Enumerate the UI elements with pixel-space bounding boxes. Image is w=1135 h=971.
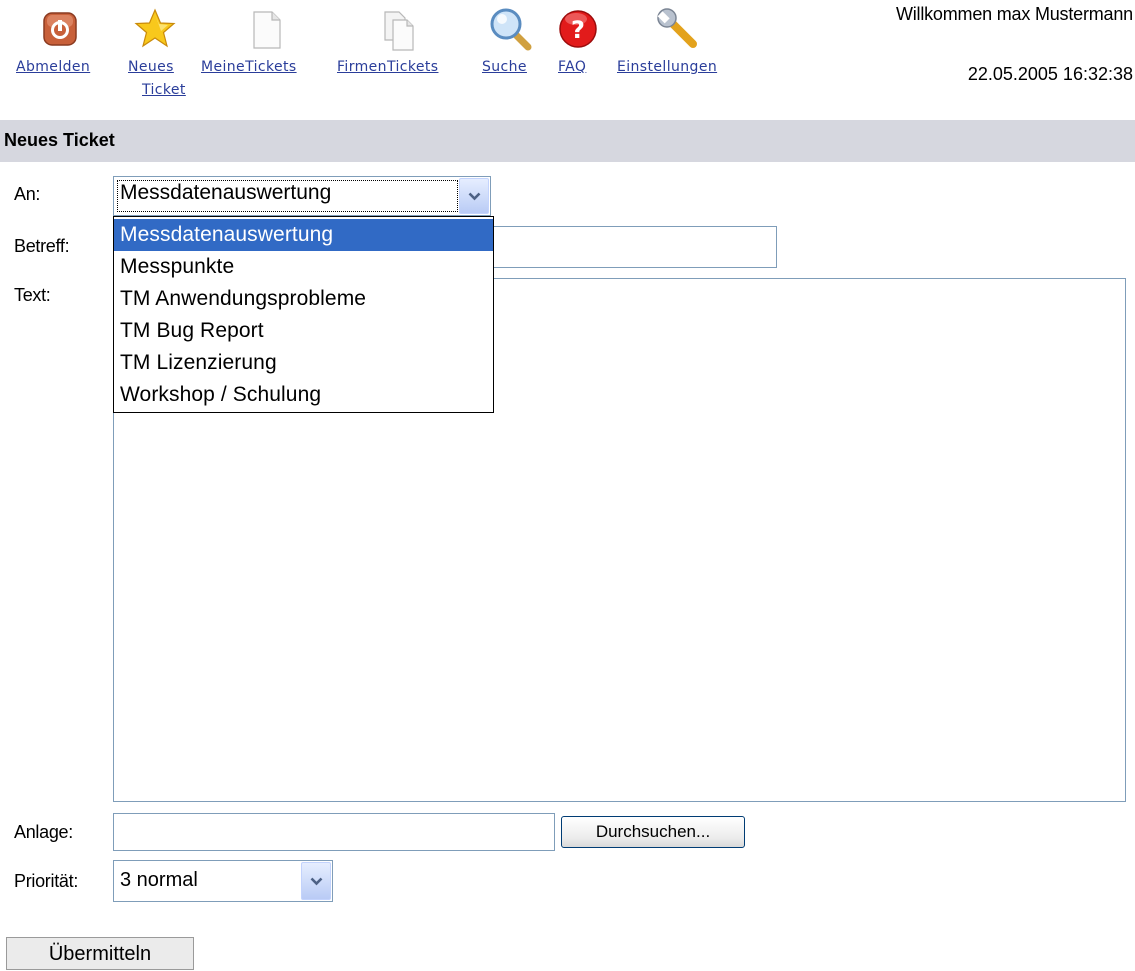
nav-einstellungen[interactable]: Einstellungen bbox=[617, 0, 749, 80]
chevron-down-icon bbox=[468, 192, 480, 200]
nav-firmen-tickets[interactable]: FirmenTickets bbox=[337, 0, 469, 80]
nav-meine-tickets-label[interactable]: MeineTickets bbox=[201, 57, 297, 78]
dropdown-option[interactable]: Workshop / Schulung bbox=[114, 379, 493, 411]
prioritaet-label: Priorität: bbox=[14, 871, 79, 891]
document-icon bbox=[247, 10, 287, 50]
dropdown-option[interactable]: TM Anwendungsprobleme bbox=[114, 283, 493, 315]
dropdown-option[interactable]: TM Bug Report bbox=[114, 315, 493, 347]
nav-abmelden-label[interactable]: Abmelden bbox=[16, 57, 90, 78]
nav-firmen-tickets-label[interactable]: FirmenTickets bbox=[337, 57, 438, 78]
wrench-icon bbox=[655, 6, 697, 48]
nav-einstellungen-label[interactable]: Einstellungen bbox=[617, 57, 717, 78]
anlage-label: Anlage: bbox=[14, 822, 73, 842]
recipient-dropdown-list: Messdatenauswertung Messpunkte TM Anwend… bbox=[113, 216, 494, 413]
recipient-select[interactable]: Messdatenauswertung bbox=[113, 176, 491, 216]
svg-text:?: ? bbox=[571, 16, 585, 44]
star-icon bbox=[134, 8, 176, 48]
section-header: Neues Ticket bbox=[0, 120, 1135, 162]
power-icon bbox=[40, 10, 80, 50]
nav-neues-ticket[interactable]: Neues Ticket bbox=[128, 0, 190, 104]
magnifier-icon bbox=[488, 6, 532, 51]
page-title: Neues Ticket bbox=[4, 130, 115, 150]
dropdown-option[interactable]: Messpunkte bbox=[114, 251, 493, 283]
nav-meine-tickets[interactable]: MeineTickets bbox=[201, 0, 327, 80]
focus-outline bbox=[117, 180, 458, 212]
betreff-label: Betreff: bbox=[14, 236, 70, 256]
an-label: An: bbox=[14, 184, 41, 204]
nav-faq-label[interactable]: FAQ bbox=[558, 57, 586, 78]
nav-suche[interactable]: Suche bbox=[482, 0, 544, 80]
priority-select[interactable]: 3 normal bbox=[113, 860, 333, 902]
documents-icon bbox=[381, 10, 421, 51]
top-navigation: Abmelden Neues Ticket MeineTickets Firme… bbox=[0, 0, 780, 110]
submit-button[interactable]: Übermitteln bbox=[6, 937, 194, 970]
datetime-text: 22.05.2005 16:32:38 bbox=[967, 64, 1133, 84]
recipient-dropdown-button[interactable] bbox=[459, 178, 489, 214]
chevron-down-icon bbox=[310, 877, 322, 885]
nav-abmelden[interactable]: Abmelden bbox=[16, 0, 100, 100]
text-label: Text: bbox=[14, 285, 51, 305]
help-icon: ? bbox=[558, 8, 598, 48]
welcome-text: Willkommen max Mustermann bbox=[895, 4, 1133, 24]
attachment-input[interactable] bbox=[113, 813, 555, 851]
priority-select-value: 3 normal bbox=[120, 869, 198, 891]
nav-neues-label[interactable]: Neues bbox=[128, 57, 174, 78]
dropdown-option[interactable]: TM Lizenzierung bbox=[114, 347, 493, 379]
browse-button[interactable]: Durchsuchen... bbox=[561, 816, 745, 848]
dropdown-option[interactable]: Messdatenauswertung bbox=[114, 219, 493, 251]
nav-suche-label[interactable]: Suche bbox=[482, 57, 527, 78]
nav-ticket-label[interactable]: Ticket bbox=[142, 80, 186, 101]
nav-faq[interactable]: ? FAQ bbox=[558, 0, 598, 80]
priority-dropdown-button[interactable] bbox=[301, 862, 331, 900]
